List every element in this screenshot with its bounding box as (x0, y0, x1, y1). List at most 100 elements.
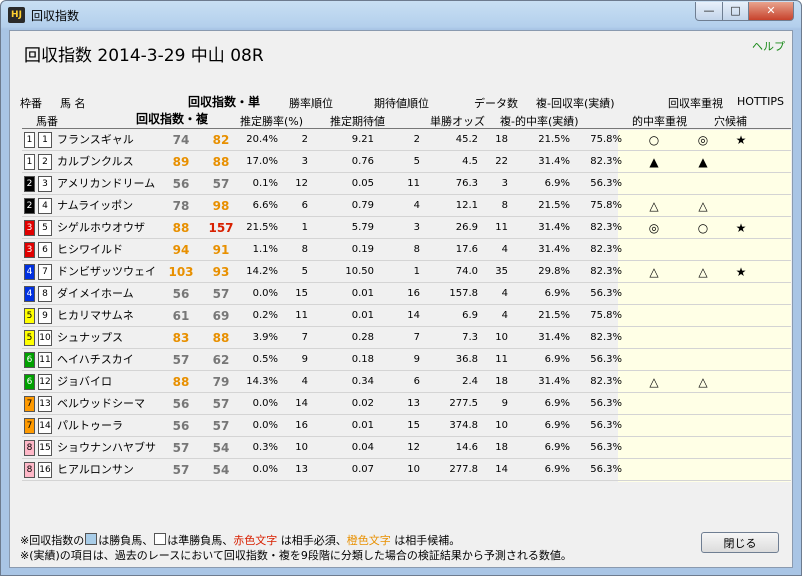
winr-cell: 5 (301, 266, 308, 277)
table-row[interactable]: 1 1 フランスギャル 74 82 20.4% 2 9.21 2 45.2 18 21.5% 75.8%… (22, 130, 791, 151)
exp-cell: 0.02 (351, 398, 374, 409)
winr-cell: 13 (295, 464, 308, 475)
umaban-cell: 13 (38, 396, 52, 412)
odds-cell: 4.5 (462, 156, 478, 167)
col-waku: 枠番 (20, 97, 42, 110)
winr-cell: 15 (295, 288, 308, 299)
index-place-value: 54 (212, 441, 230, 455)
index-single-value: 56 (172, 287, 190, 301)
recov-cell: 75.8% (590, 134, 622, 145)
table-row[interactable]: 6 11 ヘイハチスカイ 57 62 0.5% 9 0.18 9 36.8 11 6.9% 56.3% (22, 350, 791, 371)
odds-cell: 277.8 (449, 464, 478, 475)
index-place-value: 88 (212, 331, 230, 345)
maximize-button[interactable]: □ (722, 2, 749, 21)
odds-cell: 6.9 (462, 310, 478, 321)
recovery-focus-mark: ▲ (698, 155, 708, 169)
hit-focus-mark (641, 416, 667, 436)
hit-focus-mark (641, 240, 667, 260)
table-row[interactable]: 6 12 ジョバイロ 88 79 14.3% 4 0.34 6 2.4 18 31.4% 82.3% △ △ (22, 372, 791, 393)
odds-cell: 7.3 (462, 332, 478, 343)
table-row[interactable]: 2 4 ナムライッポン 78 98 6.6% 6 0.79 4 12.1 8 21.5% 75.8% △ △ (22, 196, 791, 217)
longshot-mark: ★ (735, 133, 747, 147)
index-place-value: 57 (212, 177, 230, 191)
table-row[interactable]: 4 8 ダイメイホーム 56 57 0.0% 15 0.01 16 157.8 4 6.9% 56.3% (22, 284, 791, 305)
expr-cell: 2 (413, 134, 420, 145)
odds-cell: 36.8 (455, 354, 478, 365)
table-row[interactable]: 8 15 ショウナンハヤブサ 57 54 0.3% 10 0.04 12 14.6 18 6.9% 56… (22, 438, 791, 459)
table-row[interactable]: 3 5 シゲルホウオウザ 88 157 21.5% 1 5.79 3 26.9 11 31.4% 82.… (22, 218, 791, 239)
table-row[interactable]: 3 6 ヒシワイルド 94 91 1.1% 8 0.19 8 17.6 4 31.4% 82.3% (22, 240, 791, 261)
index-place-value: 79 (212, 375, 230, 389)
close-window-button[interactable]: ✕ (748, 2, 794, 21)
winp-cell: 20.4% (246, 134, 278, 145)
umaban-cell: 1 (38, 132, 52, 148)
table-row[interactable]: 4 7 ドンビザッツウェイ 103 93 14.2% 5 10.50 1 74.0 35 29.8% 8… (22, 262, 791, 283)
recovery-focus-mark (690, 328, 716, 348)
index-single-value: 57 (172, 441, 190, 455)
umaban-cell: 7 (38, 264, 52, 280)
help-link[interactable]: ヘルプ (752, 38, 785, 54)
umaban-cell: 2 (38, 154, 52, 170)
table-row[interactable]: 5 10 シュナップス 83 88 3.9% 7 0.28 7 7.3 10 31.4% 82.3% (22, 328, 791, 349)
page-title: 回収指数 2014-3-29 中山 08R (24, 46, 264, 66)
close-button[interactable]: 閉じる (701, 532, 779, 553)
cnt-cell: 4 (501, 288, 508, 299)
longshot-mark: ★ (735, 221, 747, 235)
recovery-focus-mark: ◎ (697, 133, 709, 147)
strong-bet-swatch (85, 533, 98, 545)
horse-name: ヒカリマサムネ (57, 309, 134, 322)
index-place-value: 93 (212, 265, 230, 279)
longshot-mark (728, 196, 754, 216)
recov-cell: 82.3% (590, 156, 622, 167)
umaban-cell: 12 (38, 374, 52, 390)
recov-cell: 75.8% (590, 200, 622, 211)
cnt-cell: 14 (495, 464, 508, 475)
table-row[interactable]: 8 16 ヒアルロンサン 57 54 0.0% 13 0.07 10 277.8 14 6.9% 56.… (22, 460, 791, 481)
recovery-focus-mark (690, 240, 716, 260)
exp-cell: 9.21 (351, 134, 374, 145)
cnt-cell: 35 (495, 266, 508, 277)
index-single-value: 103 (168, 265, 194, 279)
index-single-value: 74 (172, 133, 190, 147)
minimize-button[interactable]: — (695, 2, 723, 21)
index-single-value: 61 (172, 309, 190, 323)
winr-cell: 8 (301, 244, 308, 255)
winp-cell: 21.5% (246, 222, 278, 233)
table-row[interactable]: 5 9 ヒカリマサムネ 61 69 0.2% 11 0.01 14 6.9 4 21.5% 75.8% (22, 306, 791, 327)
index-single-value: 83 (172, 331, 190, 345)
hit-cell: 21.5% (538, 310, 570, 321)
exp-cell: 0.07 (351, 464, 374, 475)
exp-cell: 10.50 (345, 266, 374, 277)
table-row[interactable]: 7 13 ベルウッドシーマ 56 57 0.0% 14 0.02 13 277.5 9 6.9% 56.… (22, 394, 791, 415)
horse-name: カルブンクルス (57, 155, 134, 168)
hit-cell: 31.4% (538, 222, 570, 233)
table-row[interactable]: 7 14 パルトゥーラ 56 57 0.0% 16 0.01 15 374.8 10 6.9% 56.3… (22, 416, 791, 437)
waku-badge: 6 (24, 352, 35, 368)
hit-focus-mark (641, 460, 667, 480)
expr-cell: 8 (413, 244, 420, 255)
waku-badge: 4 (24, 286, 35, 302)
expr-cell: 10 (407, 464, 420, 475)
waku-badge: 2 (24, 198, 35, 214)
umaban-cell: 5 (38, 220, 52, 236)
horse-name: ヘイハチスカイ (57, 353, 134, 366)
winp-cell: 0.2% (252, 310, 278, 321)
waku-badge: 5 (24, 308, 35, 324)
table-row[interactable]: 1 2 カルブンクルス 89 88 17.0% 3 0.76 5 4.5 22 31.4% 82.3% ▲… (22, 152, 791, 173)
umaban-cell: 4 (38, 198, 52, 214)
hit-cell: 6.9% (544, 420, 570, 431)
exp-cell: 0.76 (351, 156, 374, 167)
index-place-value: 91 (212, 243, 230, 257)
winr-cell: 2 (301, 134, 308, 145)
waku-badge: 7 (24, 396, 35, 412)
col-longshot: 穴候補 (714, 115, 747, 128)
title-bar: HJ 回収指数 — □ ✕ (1, 1, 801, 29)
table-row[interactable]: 2 3 アメリカンドリーム 56 57 0.1% 12 0.05 11 76.3 3 6.9% 56.3… (22, 174, 791, 195)
cnt-cell: 18 (495, 134, 508, 145)
hit-cell: 31.4% (538, 244, 570, 255)
index-place-value: 88 (212, 155, 230, 169)
longshot-mark (728, 152, 754, 172)
waku-badge: 6 (24, 374, 35, 390)
umaban-cell: 14 (38, 418, 52, 434)
winp-cell: 14.3% (246, 376, 278, 387)
